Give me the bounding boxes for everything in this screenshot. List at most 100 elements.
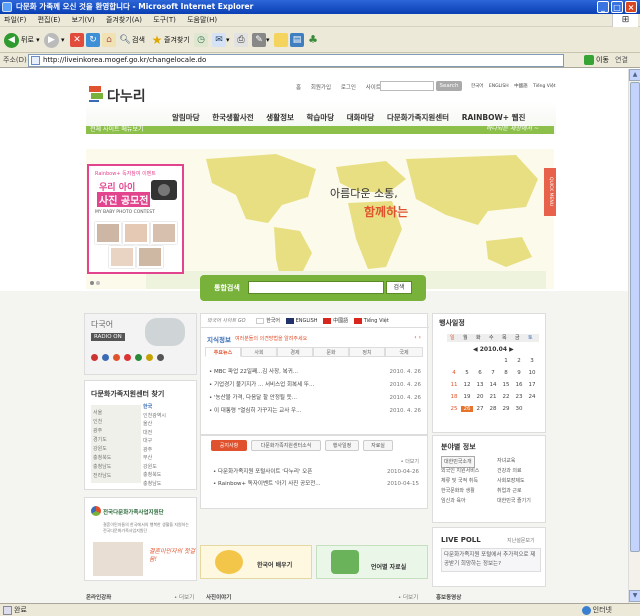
calendar-day[interactable]: 3 [526,358,538,364]
region-link[interactable]: 충청남도 [143,480,166,489]
nav-talk[interactable]: 대화마당 [347,113,375,122]
calendar-day[interactable]: 15 [500,382,512,388]
calendar-day[interactable]: 13 [474,382,486,388]
flag-icon[interactable] [157,354,164,361]
mail-button[interactable]: ✉ ▾ [212,31,230,49]
home-link[interactable]: 홈 [296,85,301,91]
go-button[interactable]: 이동 [584,53,609,68]
field-link[interactable]: 외국인 지원서비스 [441,466,479,476]
nav-notice[interactable]: 알림마당 [172,113,200,122]
calendar-day[interactable]: 2 [513,358,525,364]
foreign-site-vietnamese[interactable]: Tiếng Việt [364,318,389,324]
tab-politics[interactable]: 정치 [349,347,385,357]
knowledge-subtitle[interactable]: 여러분들의 의견방법을 알려주세요 [235,335,307,342]
integrated-search-input[interactable] [248,281,384,294]
calendar-day[interactable]: 18 [448,394,460,400]
pager-dot[interactable] [90,281,94,285]
calendar-day[interactable]: 10 [526,370,538,376]
language-archive-banner[interactable]: 언어별 자료실 [316,545,428,579]
search-button[interactable]: 🔍︎검색 [118,31,145,49]
radio-on-box[interactable]: 다국어 RADIO ON [84,313,197,375]
address-input[interactable]: http://liveinkorea.mogef.go.kr/changeloc… [28,54,564,67]
calendar-day[interactable]: 9 [513,370,525,376]
flag-icon[interactable] [113,354,120,361]
foreign-site-chinese[interactable]: 中國語 [333,318,348,324]
region-link[interactable]: 경기도 [93,436,111,445]
list-item[interactable]: • Rainbow+ 독자이벤트 '아기 사진 공모전... 2010-04-15 [213,478,419,490]
scroll-thumb[interactable] [630,82,640,552]
field-link[interactable]: 자녀교육 [497,456,515,466]
nav-center[interactable]: 다문화가족지원센터 [387,113,449,122]
calendar-day[interactable]: 19 [461,394,473,400]
photo-story-more[interactable]: • 더보기 [398,593,418,601]
flag-icon[interactable] [135,354,142,361]
nav-webzine[interactable]: RAINBOW+ 웹진 [462,113,526,122]
calendar-day[interactable]: 8 [500,370,512,376]
region-link[interactable]: 강원도 [93,445,111,454]
calendar-day[interactable]: 28 [487,406,499,412]
calendar-day[interactable]: 30 [513,406,525,412]
tab-society[interactable]: 사회 [241,347,277,357]
nav-living[interactable]: 생활정보 [266,113,294,122]
vertical-scrollbar[interactable]: ▲ ▼ [628,69,640,603]
login-link[interactable]: 로그인 [341,85,356,91]
calendar-day[interactable]: 16 [513,382,525,388]
region-link[interactable]: 광주 [93,427,111,436]
knowledge-pager-icon[interactable]: ‹ › [414,334,421,341]
region-link[interactable]: 한국 [143,403,166,412]
nav-dictionary[interactable]: 한국생활사전 [212,113,253,122]
scroll-up-icon[interactable]: ▲ [629,69,640,81]
notice-more-link[interactable]: • 더보기 [401,458,419,465]
folder-button[interactable] [274,31,288,49]
calendar-day[interactable]: 27 [474,406,486,412]
region-link[interactable]: 부산 [143,454,166,463]
research-button[interactable]: ▤ [290,31,304,49]
calendar-day[interactable]: 1 [500,358,512,364]
poll-question[interactable]: 다문화가족지원 포털에서 추가적으로 제공받기 희망하는 정보는? [441,548,541,572]
lang-english[interactable]: ENGLISH [489,84,509,89]
region-link[interactable]: 대구 [143,437,166,446]
calendar-day[interactable]: 7 [487,370,499,376]
field-link[interactable]: 취업과 근로 [497,486,522,496]
calendar-month[interactable]: ◀ 2010.04 ▶ [473,346,514,353]
region-link[interactable]: 인천광역시 [143,412,166,421]
support-banner[interactable]: 전국다문화가족사업지원단 결혼이민자들의 한국에서의 행복한 생활을 지원하는 … [84,497,197,581]
forward-button[interactable]: ▶ ▾ [44,31,65,49]
online-course-more[interactable]: • 더보기 [174,593,194,601]
calendar-day[interactable]: 20 [474,394,486,400]
pager-dot[interactable] [96,281,100,285]
list-item[interactable]: • 다문화가족지원 포털사이트 '다누리' 오픈 2010-04-26 [213,466,419,478]
foreign-site-korean[interactable]: 한국어 [266,318,280,324]
lang-chinese[interactable]: 中國語 [514,84,528,89]
calendar-day[interactable]: 17 [526,382,538,388]
banner-pager[interactable] [90,279,102,287]
region-link[interactable]: 충청북도 [143,471,166,480]
menu-tools[interactable]: 도구(T) [153,16,176,24]
close-button[interactable]: × [625,1,637,13]
list-item[interactable]: • 기업경기 불기지가 ... 서비스업 회복세 뚜... 2010. 4. 26 [209,379,421,392]
calendar-day[interactable]: 29 [500,406,512,412]
field-link[interactable]: 사회보장제도 [497,476,525,486]
tab-notice[interactable]: 공지사항 [211,440,247,451]
calendar-day[interactable]: 22 [500,394,512,400]
messenger-button[interactable]: ♣ [306,31,320,49]
region-link[interactable]: 충청북도 [93,454,111,463]
region-link[interactable]: 서울 [93,409,111,418]
calendar-day[interactable]: 14 [487,382,499,388]
calendar-day[interactable]: 23 [513,394,525,400]
menu-edit[interactable]: 편집(E) [38,16,61,24]
region-link[interactable]: 대전 [143,429,166,438]
region-link[interactable]: 충청남도 [93,463,111,472]
tab-center-news[interactable]: 다문화가족지원센터소식 [251,440,321,451]
tab-international[interactable]: 국제 [385,347,423,357]
korea-map[interactable]: 서울 인천 광주 경기도 강원도 충청북도 충청남도 전라남도 [91,405,141,483]
region-link[interactable]: 인천 [93,418,111,427]
region-link[interactable]: 울산 [143,420,166,429]
integrated-search-button[interactable]: 검색 [386,281,412,294]
region-link[interactable]: 광주 [143,446,166,455]
all-menu-link[interactable]: 전체 사이트 메뉴보기 [90,124,144,133]
foreign-site-english[interactable]: ENGLISH [296,318,318,324]
list-item[interactable]: • MBC 파업 22일째...김 사장, 복귀... 2010. 4. 26 [209,366,421,379]
list-item[interactable]: • '농산물 가격, 다음달 할 안정될 듯... 2010. 4. 26 [209,392,421,405]
favorites-button[interactable]: ★ 즐겨찾기 [150,31,190,49]
